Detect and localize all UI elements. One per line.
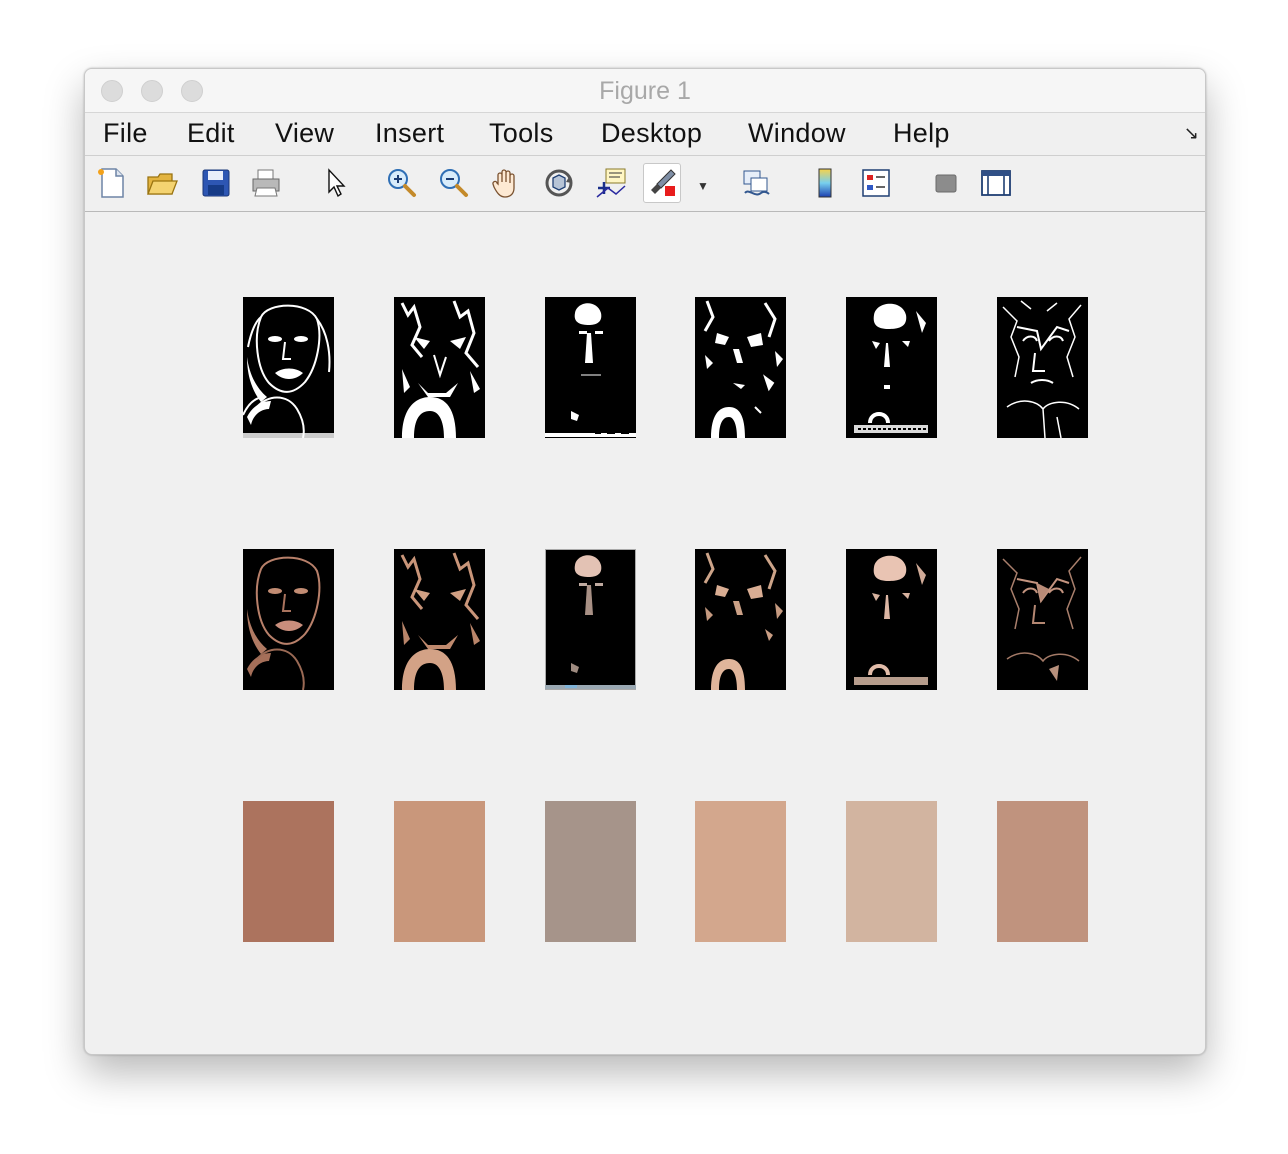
masked-color-image [394, 549, 485, 690]
masked-color-image [997, 549, 1088, 690]
print-icon[interactable] [247, 163, 285, 203]
skin-color-swatch [243, 801, 334, 942]
show-plot-tools-icon[interactable] [977, 163, 1015, 203]
menu-view[interactable]: View [275, 118, 334, 149]
binary-mask-image [243, 297, 334, 438]
binary-mask-image [997, 297, 1088, 438]
masked-color-image [846, 549, 937, 690]
figure-toolbar: ▼ [85, 157, 1205, 212]
pan-hand-icon[interactable] [487, 163, 525, 203]
zoom-in-icon[interactable] [382, 163, 420, 203]
zoom-out-icon[interactable] [434, 163, 472, 203]
insert-colorbar-icon[interactable] [806, 163, 844, 203]
skin-color-swatch [545, 801, 636, 942]
new-figure-icon[interactable] [93, 163, 131, 203]
figure-canvas[interactable] [85, 212, 1205, 1054]
insert-legend-icon[interactable] [857, 163, 895, 203]
masked-color-image [695, 549, 786, 690]
brush-icon[interactable] [643, 163, 681, 203]
menu-tools[interactable]: Tools [489, 118, 554, 149]
menu-file[interactable]: File [103, 118, 148, 149]
hide-plot-tools-icon[interactable] [927, 163, 965, 203]
open-file-icon[interactable] [143, 163, 181, 203]
title-bar[interactable]: Figure 1 [85, 69, 1205, 113]
undock-arrow-icon[interactable]: ↘ [1184, 123, 1199, 144]
binary-mask-image [545, 297, 636, 438]
skin-color-swatch [695, 801, 786, 942]
window-title: Figure 1 [599, 77, 691, 105]
binary-mask-image [695, 297, 786, 438]
data-cursor-icon[interactable] [592, 163, 630, 203]
link-plot-icon[interactable] [737, 163, 775, 203]
menu-edit[interactable]: Edit [187, 118, 235, 149]
skin-color-swatch [394, 801, 485, 942]
menu-insert[interactable]: Insert [375, 118, 444, 149]
menu-divider [85, 155, 1205, 156]
save-icon[interactable] [197, 163, 235, 203]
edit-plot-arrow-icon[interactable] [317, 163, 355, 203]
binary-mask-image [846, 297, 937, 438]
menu-bar: File Edit View Insert Tools Desktop Wind… [85, 113, 1205, 157]
figure-window: Figure 1 File Edit View Insert Tools Des… [84, 68, 1206, 1055]
chevron-down-icon[interactable]: ▼ [697, 179, 709, 193]
skin-color-swatch [846, 801, 937, 942]
menu-desktop[interactable]: Desktop [601, 118, 702, 149]
masked-color-image [243, 549, 334, 690]
rotate-3d-icon[interactable] [540, 163, 578, 203]
binary-mask-image [394, 297, 485, 438]
menu-window[interactable]: Window [748, 118, 846, 149]
masked-color-image [545, 549, 636, 690]
menu-help[interactable]: Help [893, 118, 950, 149]
skin-color-swatch [997, 801, 1088, 942]
